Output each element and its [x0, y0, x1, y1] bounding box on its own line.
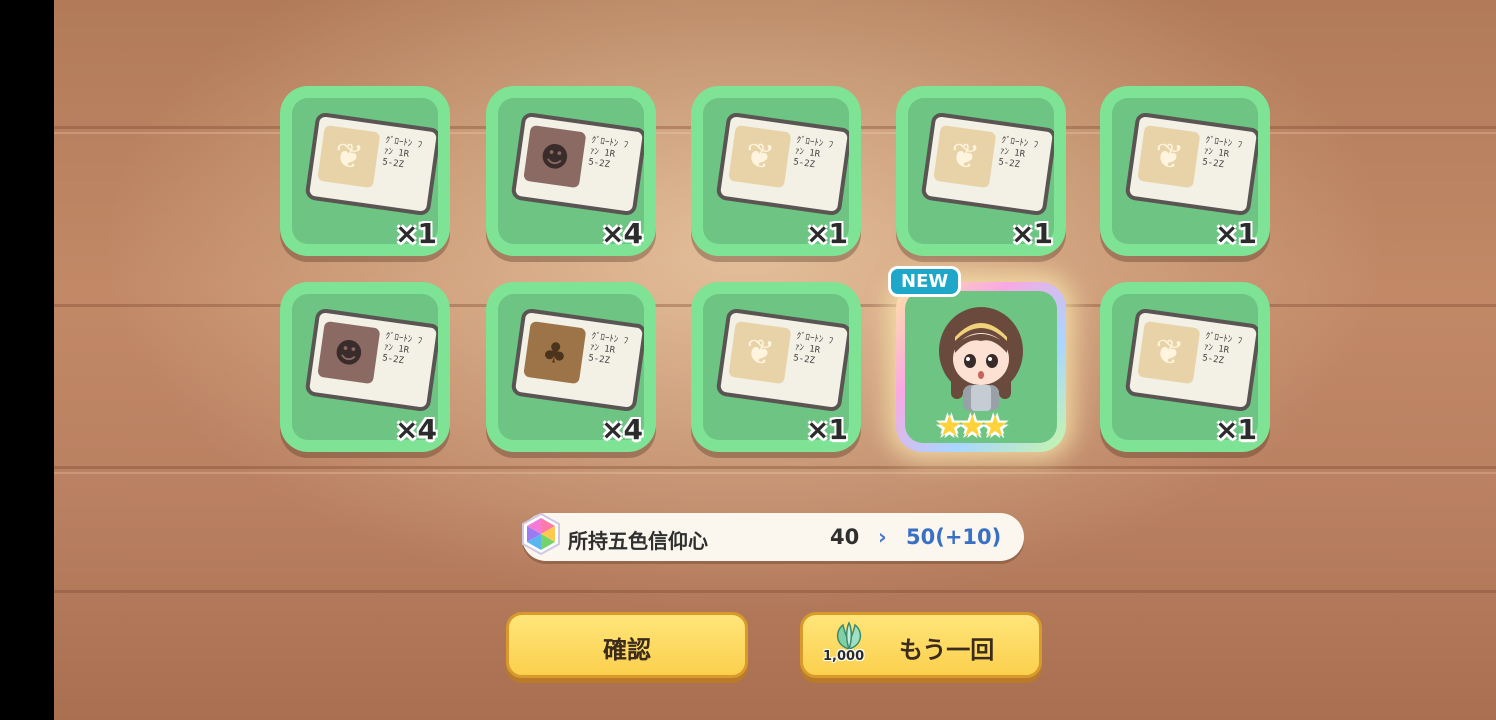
faith-new-value: 50(+10) [906, 525, 1002, 549]
sprout-icon: ❦ [728, 320, 792, 385]
item-count: ×1 [806, 217, 848, 250]
chibi-girl-portrait [939, 307, 1023, 411]
sprout-icon: ❦ [317, 124, 381, 189]
sprout-icon: ❦ [933, 124, 997, 189]
reward-slot-3[interactable]: ❦ ｸﾞﾛｰﾄﾝ ﾌｧﾝ 1R 5-2Z ×1 [691, 86, 861, 256]
sprout-card-item: ❦ ｸﾞﾛｰﾄﾝ ﾌｧﾝ 1R 5-2Z [715, 111, 849, 217]
card-text: ｸﾞﾛｰﾄﾝ ﾌｧﾝ 1R 5-2Z [792, 331, 834, 367]
sprout-card-item: ❦ ｸﾞﾛｰﾄﾝ ﾌｧﾝ 1R 5-2Z [715, 307, 849, 413]
card-text: ｸﾞﾛｰﾄﾝ ﾌｧﾝ 1R 5-2Z [792, 135, 834, 171]
rarity-stars-icon: ★★★ [936, 409, 1009, 444]
card-text: ｸﾞﾛｰﾄﾝ ﾌｧﾝ 1R 5-2Z [381, 135, 423, 171]
card-text: ｸﾞﾛｰﾄﾝ ﾌｧﾝ 1R 5-2Z [587, 135, 629, 171]
item-count: ×1 [1215, 413, 1257, 446]
leaf-currency-icon [836, 621, 862, 651]
faith-old-value: 40 [830, 525, 860, 549]
faith-label: 所持五色信仰心 [568, 529, 708, 553]
item-count: ×1 [806, 413, 848, 446]
sprout-icon: ❦ [728, 124, 792, 189]
tree-character-icon: ♣ [523, 320, 587, 385]
gacha-result-screen: ❦ ｸﾞﾛｰﾄﾝ ﾌｧﾝ 1R 5-2Z ×1 ☻ ｸﾞﾛｰﾄﾝ ﾌｧﾝ 1R … [54, 0, 1496, 720]
sprout-card-item: ❦ ｸﾞﾛｰﾄﾝ ﾌｧﾝ 1R 5-2Z [1124, 111, 1258, 217]
new-badge: NEW [888, 266, 962, 297]
reward-slot-9-new-character[interactable]: NEW ★★★ [888, 266, 1066, 452]
reward-slot-4[interactable]: ❦ ｸﾞﾛｰﾄﾝ ﾌｧﾝ 1R 5-2Z ×1 [896, 86, 1066, 256]
chevron-right-icon: › [878, 525, 887, 549]
sprout-icon: ❦ [1137, 124, 1201, 189]
card-text: ｸﾞﾛｰﾄﾝ ﾌｧﾝ 1R 5-2Z [587, 331, 629, 367]
item-count: ×4 [601, 217, 643, 250]
item-count: ×1 [1215, 217, 1257, 250]
draw-cost: 1,000 [823, 649, 865, 664]
item-count: ×4 [601, 413, 643, 446]
item-count: ×4 [395, 413, 437, 446]
card-text: ｸﾞﾛｰﾄﾝ ﾌｧﾝ 1R 5-2Z [997, 135, 1039, 171]
confirm-button-label: 確認 [603, 636, 651, 664]
reward-slot-6[interactable]: ☻ ｸﾞﾛｰﾄﾝ ﾌｧﾝ 1R 5-2Z ×4 [280, 282, 450, 452]
card-text: ｸﾞﾛｰﾄﾝ ﾌｧﾝ 1R 5-2Z [1201, 135, 1243, 171]
sprout-card-item: ❦ ｸﾞﾛｰﾄﾝ ﾌｧﾝ 1R 5-2Z [304, 111, 438, 217]
reward-slot-1[interactable]: ❦ ｸﾞﾛｰﾄﾝ ﾌｧﾝ 1R 5-2Z ×1 [280, 86, 450, 256]
wood-plank-line [54, 466, 1496, 469]
draw-again-label: もう一回 [899, 636, 995, 664]
hooded-character-icon: ☻ [523, 124, 587, 189]
item-count: ×1 [1011, 217, 1053, 250]
card-text: ｸﾞﾛｰﾄﾝ ﾌｧﾝ 1R 5-2Z [1201, 331, 1243, 367]
wood-plank-line [54, 472, 1496, 474]
reward-slot-2[interactable]: ☻ ｸﾞﾛｰﾄﾝ ﾌｧﾝ 1R 5-2Z ×4 [486, 86, 656, 256]
sprout-card-item: ❦ ｸﾞﾛｰﾄﾝ ﾌｧﾝ 1R 5-2Z [920, 111, 1054, 217]
tree-card-item: ♣ ｸﾞﾛｰﾄﾝ ﾌｧﾝ 1R 5-2Z [510, 307, 644, 413]
item-count: ×1 [395, 217, 437, 250]
reward-slot-10[interactable]: ❦ ｸﾞﾛｰﾄﾝ ﾌｧﾝ 1R 5-2Z ×1 [1100, 282, 1270, 452]
hood-card-item: ☻ ｸﾞﾛｰﾄﾝ ﾌｧﾝ 1R 5-2Z [304, 307, 438, 413]
confirm-button[interactable]: 確認 [506, 612, 748, 678]
faith-status-bar: 所持五色信仰心 40 › 50(+10) [522, 512, 1024, 561]
wood-plank-line [54, 590, 1496, 593]
reward-slot-7[interactable]: ♣ ｸﾞﾛｰﾄﾝ ﾌｧﾝ 1R 5-2Z ×4 [486, 282, 656, 452]
draw-again-button[interactable]: 1,000 もう一回 [800, 612, 1042, 678]
hood-card-item: ☻ ｸﾞﾛｰﾄﾝ ﾌｧﾝ 1R 5-2Z [510, 111, 644, 217]
hooded-character-icon: ☻ [317, 320, 381, 385]
sprout-icon: ❦ [1137, 320, 1201, 385]
reward-slot-5[interactable]: ❦ ｸﾞﾛｰﾄﾝ ﾌｧﾝ 1R 5-2Z ×1 [1100, 86, 1270, 256]
card-text: ｸﾞﾛｰﾄﾝ ﾌｧﾝ 1R 5-2Z [381, 331, 423, 367]
reward-slot-8[interactable]: ❦ ｸﾞﾛｰﾄﾝ ﾌｧﾝ 1R 5-2Z ×1 [691, 282, 861, 452]
rainbow-gem-icon [522, 512, 560, 556]
sprout-card-item: ❦ ｸﾞﾛｰﾄﾝ ﾌｧﾝ 1R 5-2Z [1124, 307, 1258, 413]
